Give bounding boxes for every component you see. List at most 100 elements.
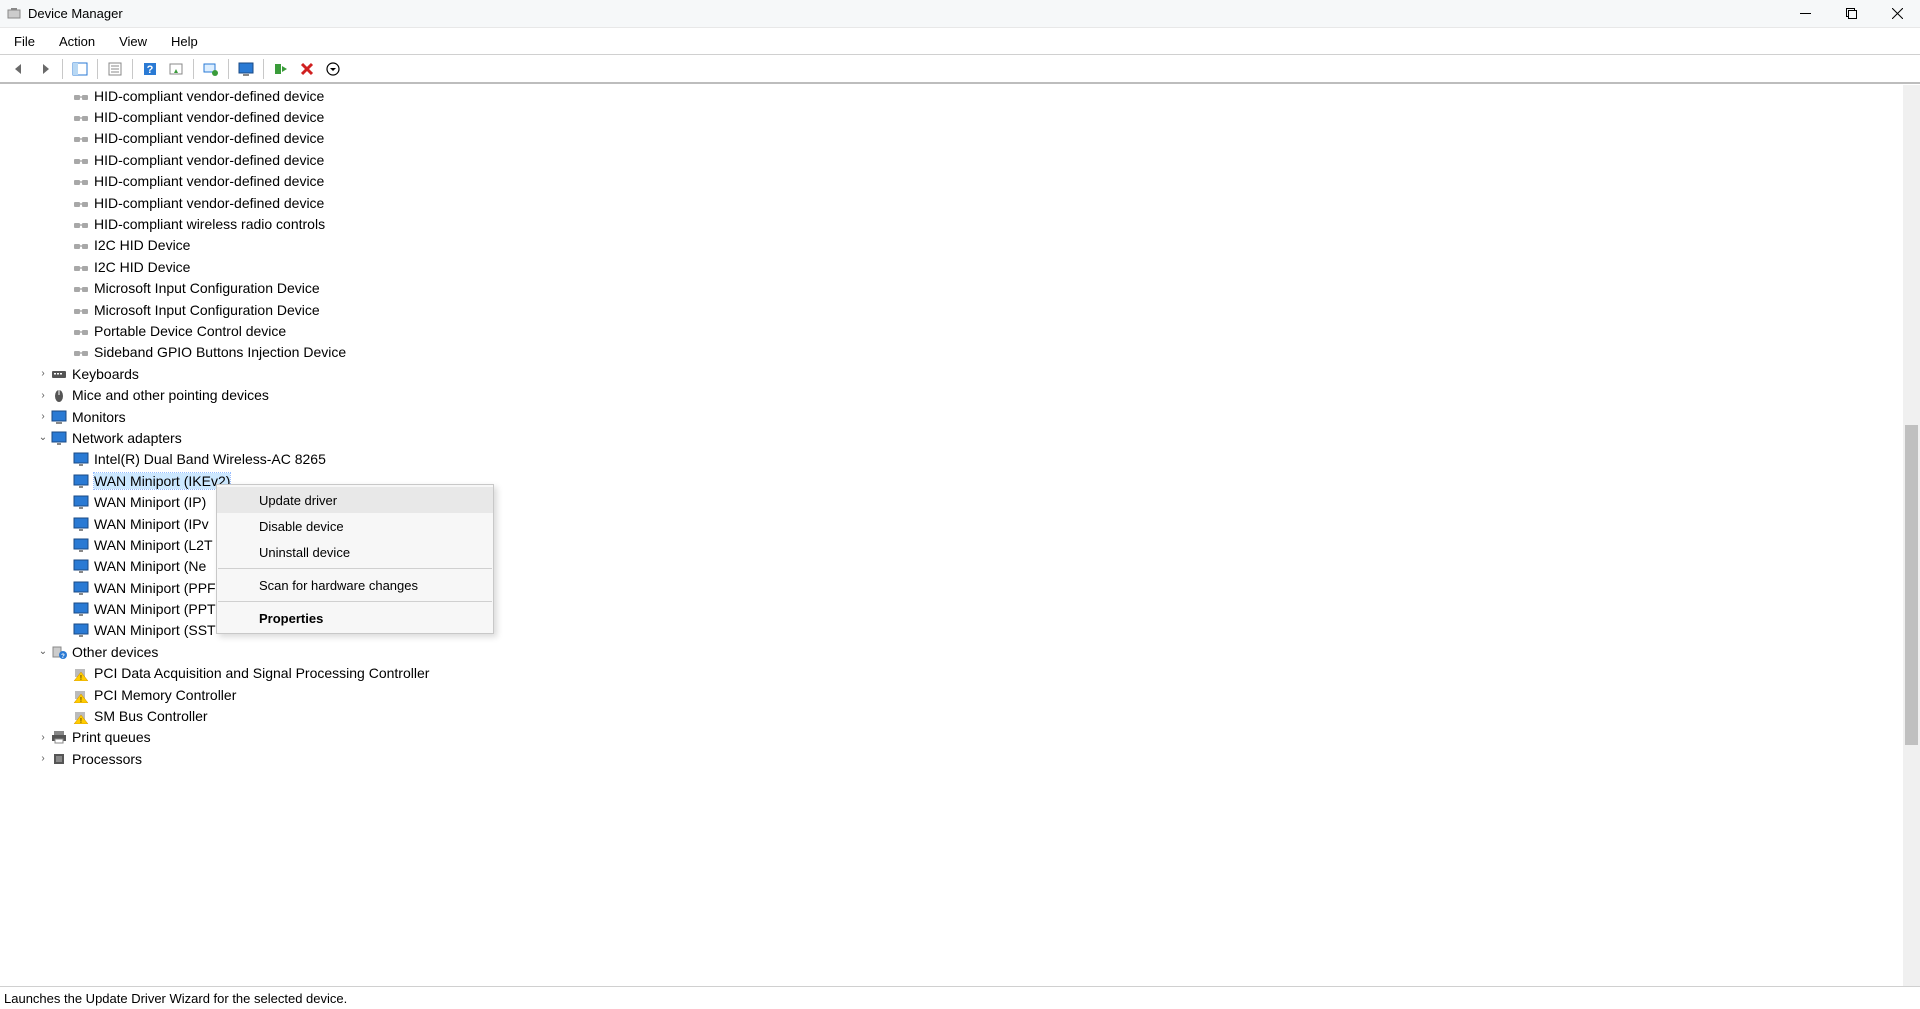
tree-item-label: Monitors bbox=[72, 409, 126, 425]
scan-hardware-button[interactable] bbox=[200, 58, 222, 80]
svg-text:?: ? bbox=[147, 64, 154, 76]
status-bar: Launches the Update Driver Wizard for th… bbox=[0, 986, 1920, 1009]
tree-item-hid[interactable]: HID-compliant vendor-defined device bbox=[0, 171, 1920, 192]
tree-category-network[interactable]: ⌄ Network adapters bbox=[0, 427, 1920, 448]
scrollbar-thumb[interactable] bbox=[1905, 425, 1918, 745]
window-controls bbox=[1782, 0, 1920, 28]
net-icon bbox=[73, 473, 89, 489]
tree-item-label: PCI Data Acquisition and Signal Processi… bbox=[94, 665, 429, 681]
ctx-scan-hardware[interactable]: Scan for hardware changes bbox=[217, 572, 493, 598]
tree-item-label: HID-compliant vendor-defined device bbox=[94, 88, 324, 104]
tree-expander-icon[interactable]: ⌄ bbox=[37, 432, 49, 443]
net-icon bbox=[73, 494, 89, 510]
tree-category-print[interactable]: ›Print queues bbox=[0, 727, 1920, 748]
tree-item-hid[interactable]: Microsoft Input Configuration Device bbox=[0, 278, 1920, 299]
toolbar: ? bbox=[0, 55, 1920, 84]
tree-item-label: WAN Miniport (IKEv2) bbox=[94, 473, 230, 489]
close-button[interactable] bbox=[1874, 0, 1920, 28]
help-button[interactable]: ? bbox=[139, 58, 161, 80]
properties-button[interactable] bbox=[104, 58, 126, 80]
tree-item-hid[interactable]: HID-compliant vendor-defined device bbox=[0, 85, 1920, 106]
tree-category-monitors[interactable]: › Monitors bbox=[0, 406, 1920, 427]
back-button[interactable] bbox=[8, 58, 30, 80]
hid-icon bbox=[73, 344, 89, 360]
title-bar: Device Manager bbox=[0, 0, 1920, 28]
hid-icon bbox=[73, 88, 89, 104]
warn-icon: ! bbox=[73, 687, 89, 703]
menu-action[interactable]: Action bbox=[57, 32, 97, 51]
tree-item-label: SM Bus Controller bbox=[94, 708, 208, 724]
tree-item-hid[interactable]: HID-compliant vendor-defined device bbox=[0, 149, 1920, 170]
tree-item-other[interactable]: ! SM Bus Controller bbox=[0, 705, 1920, 726]
tree-item-other[interactable]: !PCI Memory Controller bbox=[0, 684, 1920, 705]
forward-button[interactable] bbox=[34, 58, 56, 80]
tree-item-hid[interactable]: I2C HID Device bbox=[0, 235, 1920, 256]
ctx-disable-device[interactable]: Disable device bbox=[217, 513, 493, 539]
toolbar-separator bbox=[97, 59, 98, 79]
warn-icon: ! bbox=[73, 665, 89, 681]
menu-view[interactable]: View bbox=[117, 32, 149, 51]
context-menu: Update driver Disable device Uninstall d… bbox=[216, 484, 494, 634]
hid-icon bbox=[73, 302, 89, 318]
tree-category-keyboards[interactable]: › Keyboards bbox=[0, 363, 1920, 384]
maximize-button[interactable] bbox=[1828, 0, 1874, 28]
show-hide-console-button[interactable] bbox=[69, 58, 91, 80]
disable-device-button[interactable] bbox=[296, 58, 318, 80]
tree-item-hid[interactable]: Sideband GPIO Buttons Injection Device bbox=[0, 342, 1920, 363]
minimize-button[interactable] bbox=[1782, 0, 1828, 28]
enable-device-button[interactable] bbox=[270, 58, 292, 80]
tree-item-label: Keyboards bbox=[72, 366, 139, 382]
ctx-uninstall-device[interactable]: Uninstall device bbox=[217, 539, 493, 565]
toolbar-separator bbox=[62, 59, 63, 79]
tree-item-hid[interactable]: Portable Device Control device bbox=[0, 320, 1920, 341]
other-icon: ? bbox=[51, 644, 67, 660]
tree-item-hid[interactable]: HID-compliant vendor-defined device bbox=[0, 192, 1920, 213]
hid-icon bbox=[73, 280, 89, 296]
hid-icon bbox=[73, 216, 89, 232]
net-icon bbox=[73, 558, 89, 574]
print-icon bbox=[51, 729, 67, 745]
vertical-scrollbar[interactable] bbox=[1903, 85, 1920, 986]
tree-item-label: Sideband GPIO Buttons Injection Device bbox=[94, 344, 346, 360]
tree-expander-icon[interactable]: ⌄ bbox=[37, 646, 49, 657]
tree-expander-icon[interactable]: › bbox=[37, 411, 49, 422]
net-icon bbox=[73, 451, 89, 467]
tree-item-hid[interactable]: HID-compliant vendor-defined device bbox=[0, 106, 1920, 127]
net-icon bbox=[51, 430, 67, 446]
tree-category-processors[interactable]: ›Processors bbox=[0, 748, 1920, 769]
tree-expander-icon[interactable]: › bbox=[37, 732, 49, 743]
ctx-update-driver[interactable]: Update driver bbox=[217, 487, 493, 513]
tree-item-hid[interactable]: HID-compliant vendor-defined device bbox=[0, 128, 1920, 149]
tree-item-hid[interactable]: I2C HID Device bbox=[0, 256, 1920, 277]
update-driver-button[interactable] bbox=[165, 58, 187, 80]
tree-item-label: I2C HID Device bbox=[94, 259, 190, 275]
toolbar-separator bbox=[228, 59, 229, 79]
tree-item-label: Network adapters bbox=[72, 430, 182, 446]
tree-expander-icon[interactable]: › bbox=[37, 368, 49, 379]
tree-item-hid[interactable]: Microsoft Input Configuration Device bbox=[0, 299, 1920, 320]
hid-icon bbox=[73, 173, 89, 189]
toolbar-separator bbox=[132, 59, 133, 79]
tree-category-mice[interactable]: ›Mice and other pointing devices bbox=[0, 384, 1920, 405]
device-monitor-button[interactable] bbox=[235, 58, 257, 80]
tree-item-label: HID-compliant vendor-defined device bbox=[94, 109, 324, 125]
tree-item-label: WAN Miniport (Ne bbox=[94, 558, 206, 574]
mon-icon bbox=[51, 409, 67, 425]
svg-text:!: ! bbox=[80, 718, 82, 724]
device-tree[interactable]: HID-compliant vendor-defined deviceHID-c… bbox=[0, 84, 1920, 986]
ctx-properties[interactable]: Properties bbox=[217, 605, 493, 631]
uninstall-device-button[interactable] bbox=[322, 58, 344, 80]
tree-item-hid[interactable]: HID-compliant wireless radio controls bbox=[0, 213, 1920, 234]
tree-item-label: HID-compliant vendor-defined device bbox=[94, 173, 324, 189]
tree-expander-icon[interactable]: › bbox=[37, 390, 49, 401]
menu-help[interactable]: Help bbox=[169, 32, 200, 51]
tree-item-other[interactable]: ! PCI Data Acquisition and Signal Process… bbox=[0, 663, 1920, 684]
tree-item-network[interactable]: Intel(R) Dual Band Wireless-AC 8265 bbox=[0, 449, 1920, 470]
svg-text:!: ! bbox=[80, 675, 82, 681]
menu-bar: File Action View Help bbox=[0, 28, 1920, 55]
hid-icon bbox=[73, 323, 89, 339]
tree-category-other[interactable]: ⌄?Other devices bbox=[0, 641, 1920, 662]
menu-file[interactable]: File bbox=[12, 32, 37, 51]
net-icon bbox=[73, 537, 89, 553]
tree-expander-icon[interactable]: › bbox=[37, 753, 49, 764]
